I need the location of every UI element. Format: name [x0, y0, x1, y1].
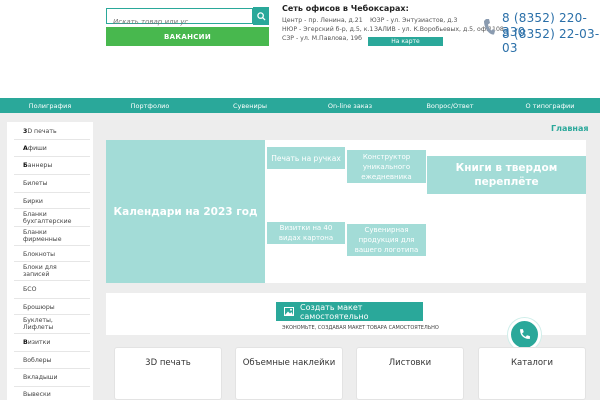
sidebar-item-business-cards[interactable]: Визитки — [7, 339, 93, 346]
category-card-leaflets[interactable]: Листовки — [356, 347, 464, 400]
vacancies-button[interactable]: ВАКАНСИИ — [106, 27, 269, 46]
nav-item-faq[interactable]: Вопрос/Ответ — [400, 98, 500, 113]
main-nav: Полиграфия Портфолио Сувениры On-line за… — [0, 98, 600, 113]
category-card-3d-print[interactable]: 3D печать — [114, 347, 222, 400]
phone-number[interactable]: 8 (8352) 22-03-03 — [502, 27, 600, 55]
divider — [14, 226, 90, 227]
create-layout-subtitle: ЭКОНОМЬТЕ, СОЗДАВАЯ МАКЕТ ТОВАРА САМОСТО… — [282, 325, 439, 331]
sidebar-item-memo-blocks[interactable]: Блоки для записей — [7, 264, 69, 278]
nav-item-online-order[interactable]: On-line заказ — [300, 98, 400, 113]
search-icon — [256, 11, 266, 21]
divider — [14, 192, 90, 193]
sidebar-item-booklets[interactable]: Буклеты, Лифлеты — [7, 317, 69, 331]
divider — [14, 156, 90, 157]
phone-icon — [520, 329, 530, 339]
nav-item-souvenirs[interactable]: Сувениры — [200, 98, 300, 113]
sidebar-item-posters[interactable]: Афиши — [7, 145, 93, 152]
sidebar-item-3d-print[interactable]: 3D печать — [7, 128, 93, 135]
office-address[interactable]: СЗР - ул. М.Павлова, 19б — [282, 35, 362, 42]
nav-item-about[interactable]: О типографии — [500, 98, 600, 113]
tile-pen-print[interactable]: Печать на ручках — [267, 147, 345, 169]
sidebar-item-accounting-forms[interactable]: Бланки бухгалтерские — [7, 211, 77, 225]
category-card-catalogs[interactable]: Каталоги — [478, 347, 586, 400]
office-address[interactable]: НЮР - Эгерский б-р, д.5, к.1 — [282, 26, 373, 33]
breadcrumb-home[interactable]: Главная — [551, 124, 588, 133]
divider — [14, 298, 90, 299]
offices-title: Сеть офисов в Чебоксарах: — [282, 4, 409, 13]
sidebar-item-notepads[interactable]: Блокноты — [7, 251, 93, 258]
sidebar-item-brochures[interactable]: Брошюры — [7, 304, 93, 311]
divider — [14, 174, 90, 175]
divider — [14, 333, 90, 334]
image-icon — [284, 307, 294, 316]
divider — [14, 139, 90, 140]
divider — [14, 386, 90, 387]
divider — [14, 208, 90, 209]
category-card-volume-stickers[interactable]: Объемные наклейки — [235, 347, 343, 400]
promo-tiles: Календари на 2023 год Печать на ручках К… — [106, 140, 586, 283]
search-field[interactable] — [106, 8, 253, 29]
office-address[interactable]: Центр - пр. Ленина, д.21 — [282, 17, 363, 24]
tile-business-cards[interactable]: Визитки на 40 видах картона — [267, 222, 345, 244]
divider — [14, 314, 90, 315]
divider — [14, 368, 90, 369]
tile-calendars[interactable]: Календари на 2023 год — [106, 140, 265, 283]
sidebar-item-letterheads[interactable]: Бланки фирменные — [7, 229, 77, 243]
sidebar-item-wobblers[interactable]: Воблеры — [7, 357, 93, 364]
create-layout-button[interactable]: Создать макет самостоятельно — [276, 302, 423, 321]
map-button[interactable]: На карте — [368, 37, 443, 46]
tile-souvenir-products[interactable]: Сувенирная продукция для вашего логотипа — [347, 224, 426, 256]
sidebar-item-tickets[interactable]: Билеты — [7, 180, 93, 187]
divider — [14, 261, 90, 262]
phone-icon — [484, 19, 495, 35]
divider — [14, 245, 90, 246]
sidebar-item-banners[interactable]: Баннеры — [7, 162, 93, 169]
tile-hardcover-books[interactable]: Книги в твердом переплёте — [427, 156, 586, 194]
office-address[interactable]: ЮЗР - ул. Энтузиастов, д.3 — [370, 17, 457, 24]
divider — [14, 280, 90, 281]
nav-item-printing[interactable]: Полиграфия — [0, 98, 100, 113]
sidebar-item-inserts[interactable]: Вкладыши — [7, 374, 93, 381]
sidebar-item-signboards[interactable]: Вывески — [7, 391, 93, 398]
sidebar-item-tags[interactable]: Бирки — [7, 198, 93, 205]
nav-item-portfolio[interactable]: Портфолио — [100, 98, 200, 113]
search-button[interactable] — [253, 7, 269, 25]
sidebar: 3D печать Афиши Баннеры Билеты Бирки Бла… — [7, 122, 93, 400]
tile-diary-constructor[interactable]: Конструктор уникального ежедневника — [347, 150, 426, 183]
divider — [14, 351, 90, 352]
sidebar-item-bso[interactable]: БСО — [7, 286, 93, 293]
